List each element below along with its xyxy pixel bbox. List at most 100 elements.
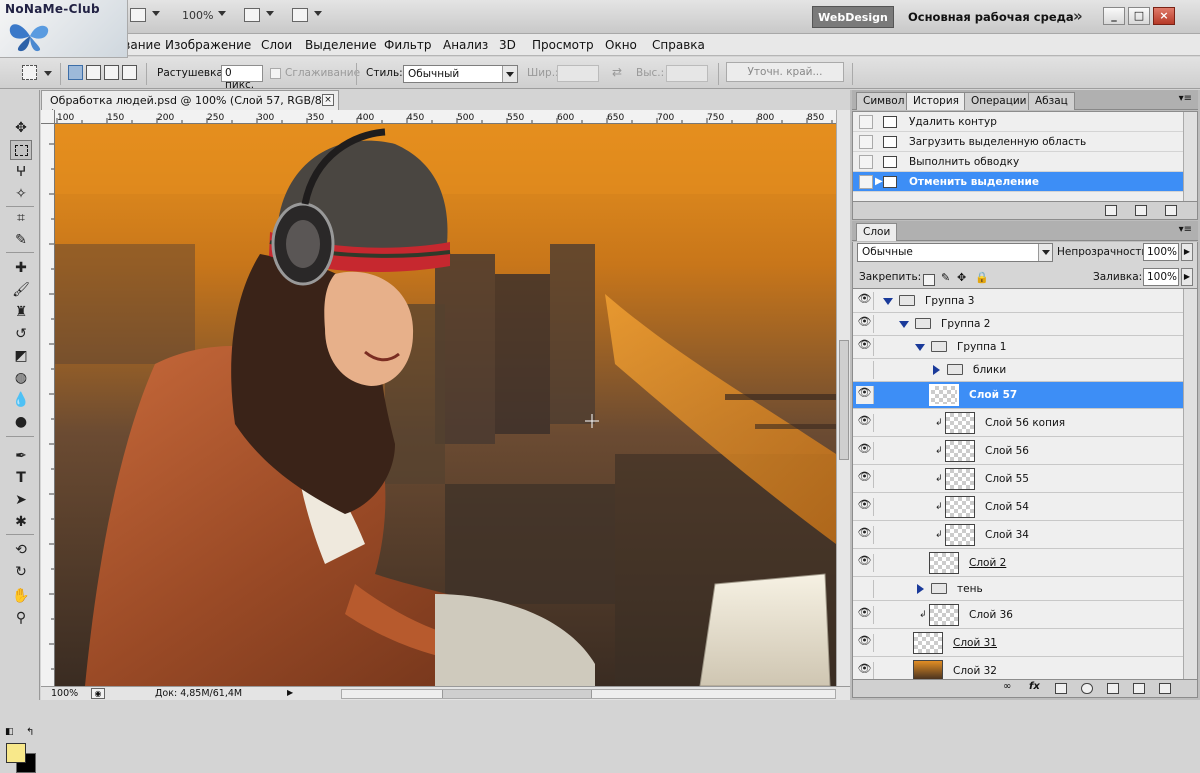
zoom-tool-icon[interactable]: ⚲ — [10, 608, 32, 628]
eye-hidden-slot[interactable] — [856, 580, 874, 598]
dodge-tool-icon[interactable]: ● — [10, 412, 32, 432]
collapse-triangle-icon[interactable] — [917, 584, 924, 594]
foreground-color-swatch[interactable] — [6, 743, 26, 763]
height-input[interactable] — [666, 65, 708, 82]
new-selection-icon[interactable] — [68, 65, 83, 80]
zoom-dropdown-arrow[interactable] — [218, 11, 226, 16]
history-brush-tool-icon[interactable]: ↺ — [10, 324, 32, 344]
antialias-checkbox[interactable] — [270, 68, 281, 79]
eye-icon[interactable]: 👁 — [856, 470, 874, 488]
menu-help[interactable]: Справка — [652, 38, 705, 52]
status-zoom[interactable]: 100% — [51, 688, 78, 699]
tab-paragraph[interactable]: Абзац — [1028, 92, 1075, 110]
lock-position-icon[interactable]: ✥ — [957, 271, 969, 284]
workspace-name[interactable]: Основная рабочая среда — [908, 10, 1074, 24]
history-source-checkbox[interactable] — [859, 175, 873, 189]
image-canvas[interactable] — [55, 124, 836, 686]
history-item[interactable]: Загрузить выделенную область — [853, 132, 1183, 152]
history-source-checkbox[interactable] — [859, 155, 873, 169]
eye-icon[interactable]: 👁 — [856, 498, 874, 516]
scroll-thumb[interactable] — [442, 690, 592, 698]
zoom-level[interactable]: 100% — [182, 9, 213, 22]
swap-colors-icon[interactable]: ↰ — [26, 727, 34, 738]
expand-triangle-icon[interactable] — [883, 298, 893, 305]
layer-row[interactable]: 👁 Слой 2 — [853, 549, 1183, 577]
opacity-input[interactable]: 100% — [1143, 243, 1179, 261]
shape-tool-icon[interactable]: ✱ — [10, 512, 32, 532]
horizontal-ruler[interactable]: 100 150 200 250 300 350 400 450 500 550 … — [55, 110, 836, 124]
opacity-slider-arrow[interactable]: ▶ — [1181, 243, 1193, 261]
history-source-checkbox[interactable] — [859, 135, 873, 149]
layer-group-row[interactable]: 👁 Группа 1 — [853, 336, 1183, 359]
screen-mode-dropdown-arrow[interactable] — [152, 11, 160, 16]
tab-actions[interactable]: Операции — [964, 92, 1034, 110]
layer-group-row[interactable]: блики — [853, 359, 1183, 382]
layer-row-selected[interactable]: 👁 Слой 57 — [853, 382, 1183, 409]
layer-row[interactable]: 👁 Слой 31 — [853, 629, 1183, 657]
screen-view-icon[interactable] — [292, 8, 308, 22]
menu-filter[interactable]: Фильтр — [384, 38, 431, 52]
close-document-icon[interactable]: × — [322, 94, 334, 106]
tab-character[interactable]: Символ — [856, 92, 912, 110]
menu-analysis[interactable]: Анализ — [443, 38, 488, 52]
eye-icon[interactable]: 👁 — [856, 386, 874, 404]
new-document-from-state-icon[interactable] — [1105, 205, 1117, 216]
minimize-button[interactable]: _ — [1103, 7, 1125, 25]
panel-menu-icon[interactable]: ▾≡ — [1179, 93, 1192, 104]
lasso-tool-icon[interactable]: ⵖ — [10, 162, 32, 182]
marquee-tool-preset-icon[interactable] — [22, 65, 37, 80]
layers-scrollbar[interactable] — [1183, 289, 1197, 679]
link-layers-icon[interactable]: ∞ — [1003, 681, 1015, 692]
screen-view-dropdown-arrow[interactable] — [314, 11, 322, 16]
layer-row[interactable]: 👁 Слой 32 — [853, 657, 1183, 679]
eye-icon[interactable]: 👁 — [856, 315, 874, 333]
clone-stamp-tool-icon[interactable]: ♜ — [10, 302, 32, 322]
feather-input[interactable]: 0 пикс. — [221, 65, 263, 91]
history-scrollbar[interactable] — [1183, 112, 1197, 201]
swap-dimensions-icon[interactable]: ⇄ — [612, 65, 622, 79]
eye-icon[interactable]: 👁 — [856, 662, 874, 679]
trash-icon[interactable] — [1165, 205, 1177, 216]
menu-3d[interactable]: 3D — [499, 38, 516, 52]
layer-group-row[interactable]: 👁 Группа 3 — [853, 289, 1183, 313]
menu-window[interactable]: Окно — [605, 38, 637, 52]
hand-tool-icon[interactable]: ✋ — [10, 586, 32, 606]
arrange-documents-icon[interactable] — [244, 8, 260, 22]
vertical-ruler[interactable] — [41, 124, 55, 686]
layer-row[interactable]: 👁 ↲ Слой 34 — [853, 521, 1183, 549]
eye-icon[interactable]: 👁 — [856, 554, 874, 572]
rectangular-marquee-tool-icon[interactable] — [10, 140, 32, 160]
magic-wand-tool-icon[interactable]: ✧ — [10, 184, 32, 204]
expand-triangle-icon[interactable] — [899, 321, 909, 328]
fill-slider-arrow[interactable]: ▶ — [1181, 268, 1193, 286]
panel-menu-icon[interactable]: ▾≡ — [1179, 224, 1192, 235]
eye-icon[interactable]: 👁 — [856, 526, 874, 544]
layer-row[interactable]: 👁 ↲ Слой 36 — [853, 601, 1183, 629]
eyedropper-tool-icon[interactable]: ✎ — [10, 230, 32, 250]
history-item[interactable]: Удалить контур — [853, 112, 1183, 132]
intersect-selection-icon[interactable] — [122, 65, 137, 80]
collapse-triangle-icon[interactable] — [933, 365, 940, 375]
workspace-webdesign-button[interactable]: WebDesign — [812, 6, 894, 28]
scroll-thumb[interactable] — [839, 340, 849, 460]
eye-icon[interactable]: 👁 — [856, 292, 874, 310]
paint-bucket-tool-icon[interactable]: ◍ — [10, 368, 32, 388]
layer-group-row[interactable]: 👁 Группа 2 — [853, 313, 1183, 336]
arrange-dropdown-arrow[interactable] — [266, 11, 274, 16]
status-menu-arrow[interactable]: ▶ — [287, 688, 295, 698]
expand-triangle-icon[interactable] — [915, 344, 925, 351]
screen-mode-icon[interactable] — [130, 8, 146, 22]
3d-rotate-tool-icon[interactable]: ⟲ — [10, 540, 32, 560]
new-group-icon[interactable] — [1107, 683, 1119, 694]
status-info-icon[interactable]: ◉ — [91, 688, 105, 699]
subtract-from-selection-icon[interactable] — [104, 65, 119, 80]
layer-row[interactable]: 👁 ↲ Слой 56 копия — [853, 409, 1183, 437]
eye-icon[interactable]: 👁 — [856, 634, 874, 652]
canvas-horizontal-scrollbar[interactable] — [341, 689, 836, 699]
history-source-checkbox[interactable] — [859, 115, 873, 129]
layer-row[interactable]: 👁 ↲ Слой 55 — [853, 465, 1183, 493]
layer-style-icon[interactable]: fx — [1029, 681, 1041, 692]
menu-layers[interactable]: Слои — [261, 38, 292, 52]
add-to-selection-icon[interactable] — [86, 65, 101, 80]
history-item-selected[interactable]: ▶ Отменить выделение — [853, 172, 1183, 192]
